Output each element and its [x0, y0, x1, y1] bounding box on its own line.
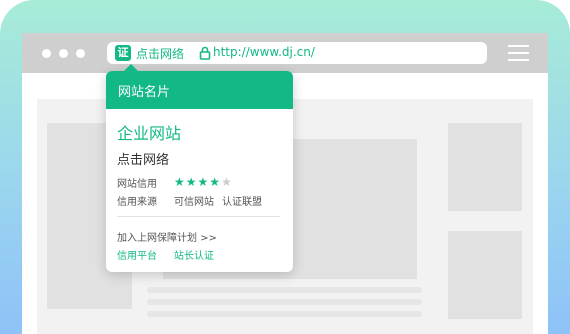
popup-header: 网站名片 — [106, 71, 293, 109]
placeholder-line — [147, 299, 422, 305]
star-icon: ★ — [185, 175, 198, 189]
url-text[interactable]: http://www.dj.cn/ — [213, 45, 315, 59]
hamburger-menu-icon[interactable] — [508, 45, 529, 61]
join-protection-plan-link[interactable]: 加入上网保障计划 >> — [117, 229, 217, 244]
star-icon: ★ — [197, 175, 210, 189]
window-dot-icon[interactable] — [76, 49, 85, 58]
placeholder-block — [448, 123, 522, 211]
credit-platform-link[interactable]: 信用平台 — [117, 247, 157, 262]
star-icon: ★ — [209, 175, 222, 189]
popup-caret — [124, 64, 138, 71]
browser-toolbar: 证 点击网络 http://www.dj.cn/ — [22, 33, 548, 73]
star-icon: ★ — [174, 175, 186, 189]
certificate-badge-icon[interactable]: 证 — [115, 45, 131, 61]
webmaster-certification-link[interactable]: 站长认证 — [174, 247, 214, 262]
divider — [117, 216, 280, 217]
lock-icon — [199, 46, 211, 60]
site-card-popup: 网站名片 企业网站 点击网络 网站信用 ★★★★★ 信用来源 可信网站 认证联盟… — [106, 64, 293, 272]
address-brand[interactable]: 点击网络 — [136, 45, 184, 62]
placeholder-block — [448, 231, 522, 319]
credit-label: 网站信用 — [117, 179, 157, 190]
address-bar[interactable]: 证 点击网络 http://www.dj.cn/ — [107, 42, 487, 64]
window-dot-icon[interactable] — [42, 49, 51, 58]
source-value-trusted-site: 可信网站 — [174, 197, 214, 208]
source-value-certification-alliance: 认证联盟 — [222, 197, 262, 208]
site-type: 企业网站 — [117, 124, 182, 143]
credit-rating: ★★★★★ — [174, 175, 233, 189]
placeholder-line — [147, 287, 422, 293]
popup-title: 网站名片 — [118, 85, 171, 100]
source-label: 信用来源 — [117, 197, 157, 208]
placeholder-line — [147, 311, 422, 317]
site-owner: 点击网络 — [117, 153, 170, 168]
window-dot-icon[interactable] — [59, 49, 68, 58]
star-icon: ★ — [221, 175, 233, 189]
